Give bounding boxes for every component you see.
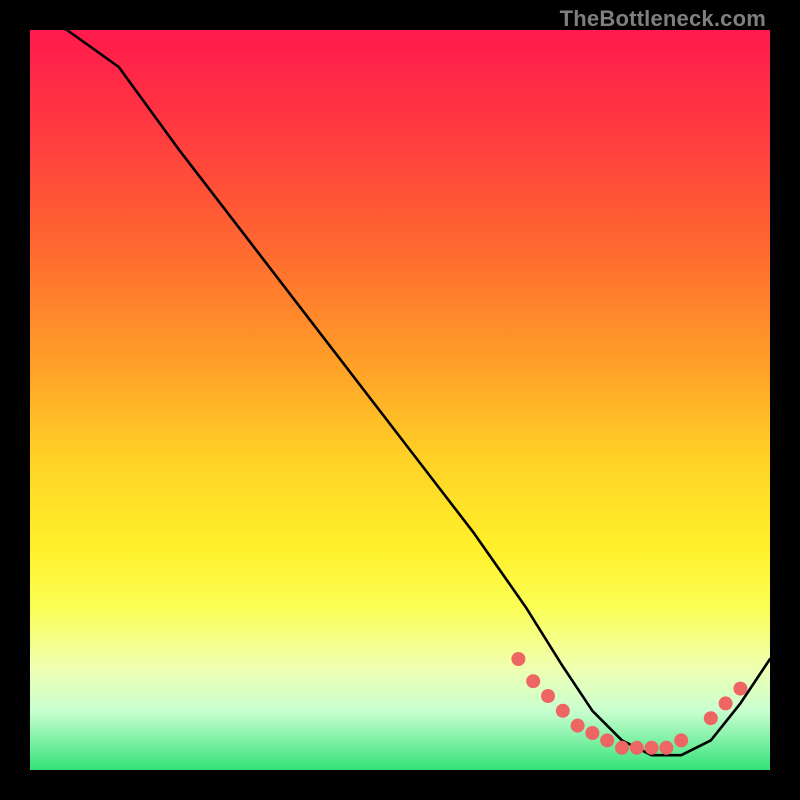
bottleneck-curve	[30, 15, 770, 755]
curve-marker	[733, 682, 747, 696]
curve-marker	[645, 741, 659, 755]
curve-marker	[556, 704, 570, 718]
curve-marker	[585, 726, 599, 740]
curve-marker	[719, 696, 733, 710]
curve-marker	[659, 741, 673, 755]
curve-marker	[541, 689, 555, 703]
curve-marker	[600, 733, 614, 747]
curve-marker	[571, 719, 585, 733]
curve-marker	[630, 741, 644, 755]
chart-overlay	[30, 30, 770, 770]
curve-marker	[704, 711, 718, 725]
curve-marker	[526, 674, 540, 688]
curve-marker	[511, 652, 525, 666]
curve-marker	[615, 741, 629, 755]
curve-marker	[674, 733, 688, 747]
attribution-text: TheBottleneck.com	[560, 6, 766, 32]
chart-frame: TheBottleneck.com	[0, 0, 800, 800]
